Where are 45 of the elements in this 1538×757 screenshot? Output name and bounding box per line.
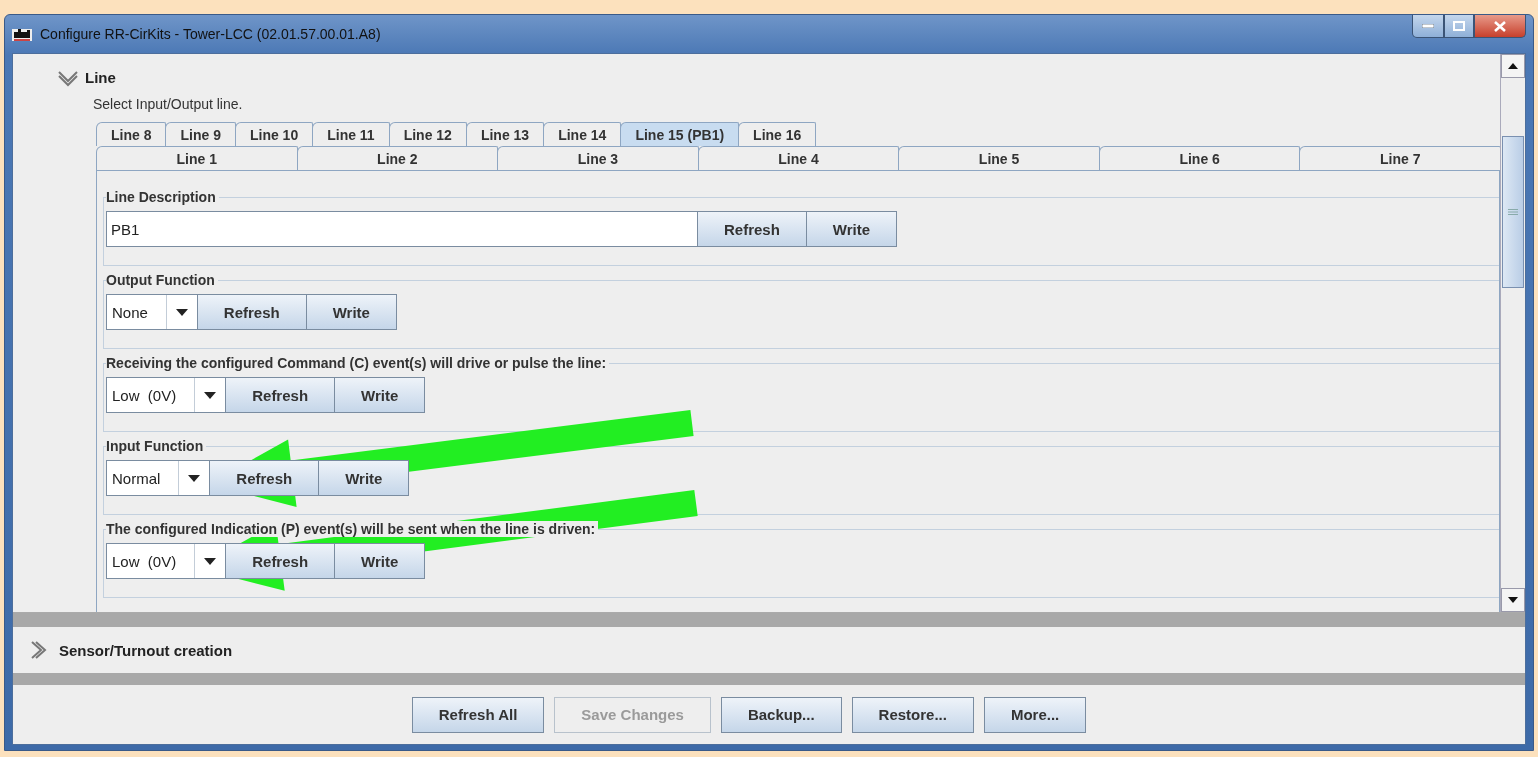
group-label: The configured Indication (P) event(s) will be sent when the line is driven: xyxy=(106,521,599,537)
window-title: Configure RR-CirKits - Tower-LCC (02.01.57.00.01.A8) xyxy=(40,26,382,42)
footer-button[interactable]: Refresh All xyxy=(411,696,545,733)
tab[interactable]: Line 16 xyxy=(738,122,817,146)
caret-icon xyxy=(175,308,188,316)
refresh-button[interactable]: Refresh xyxy=(697,211,807,247)
caret-icon xyxy=(204,391,217,399)
footer-button[interactable]: Backup... xyxy=(720,696,842,733)
footer-button[interactable]: Restore... xyxy=(851,696,974,733)
description-field[interactable]: PB1 xyxy=(106,211,698,247)
write-button[interactable]: Write xyxy=(334,543,426,579)
scroll-down-icon xyxy=(1508,597,1518,603)
maximize-button[interactable] xyxy=(1444,15,1474,38)
maximize-icon xyxy=(1453,21,1465,31)
dropdown[interactable]: Low (0V) xyxy=(106,543,227,579)
close-button[interactable] xyxy=(1474,15,1526,38)
caret-icon xyxy=(204,557,217,565)
scroll-down-button[interactable] xyxy=(1501,588,1525,612)
scroll-up-icon xyxy=(1508,63,1518,69)
tab[interactable]: Line 15 (PB1) xyxy=(620,122,740,146)
refresh-button[interactable]: Refresh xyxy=(196,294,307,330)
tab[interactable]: Line 1 xyxy=(96,146,298,170)
refresh-button[interactable]: Refresh xyxy=(225,543,336,579)
grip-icon xyxy=(1508,209,1518,215)
dropdown[interactable]: None xyxy=(106,294,198,330)
section-title[interactable]: Sensor/Turnout creation xyxy=(59,641,233,659)
hint-text: Select Input/Output line. xyxy=(93,96,244,112)
dropdown[interactable]: Normal xyxy=(106,460,211,496)
tab[interactable]: Line 8 xyxy=(96,122,167,146)
caret-icon xyxy=(188,474,201,482)
write-button[interactable]: Write xyxy=(318,460,410,496)
minimize-icon xyxy=(1422,24,1434,28)
write-button[interactable]: Write xyxy=(334,377,426,413)
dropdown[interactable]: Low (0V) xyxy=(106,377,227,413)
write-button[interactable]: Write xyxy=(805,211,898,247)
section-title[interactable]: Line xyxy=(85,68,116,86)
footer-button[interactable]: More... xyxy=(983,696,1087,733)
scroll-up-button[interactable] xyxy=(1501,54,1525,78)
locomotive-icon xyxy=(12,26,32,42)
close-icon xyxy=(1494,20,1506,32)
refresh-button[interactable]: Refresh xyxy=(209,460,320,496)
scrollbar-thumb[interactable] xyxy=(1502,136,1524,288)
minimize-button[interactable] xyxy=(1412,15,1444,38)
write-button[interactable]: Write xyxy=(305,294,397,330)
refresh-button[interactable]: Refresh xyxy=(225,377,336,413)
